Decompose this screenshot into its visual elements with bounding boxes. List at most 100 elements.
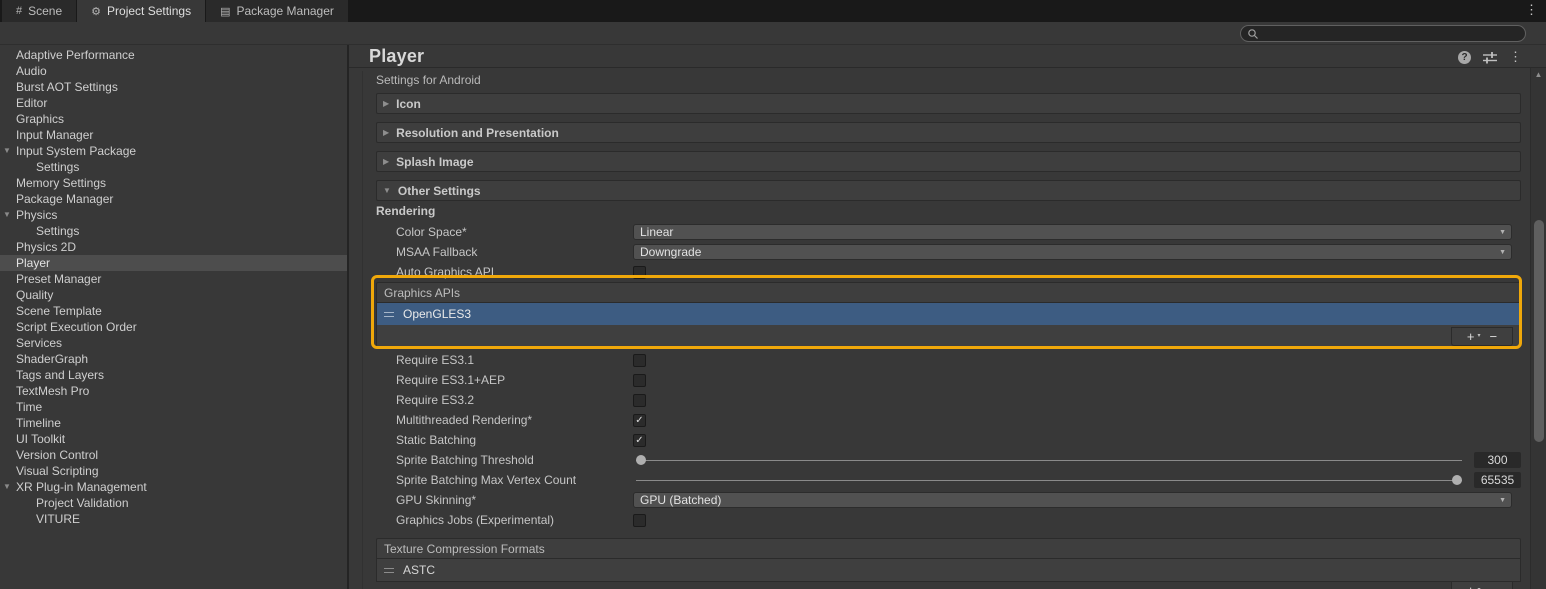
sidebar-item-burst-aot-settings[interactable]: Burst AOT Settings xyxy=(0,79,347,95)
slider-knob[interactable] xyxy=(1452,475,1462,485)
window-menu-icon[interactable]: ⋮ xyxy=(1525,2,1538,18)
sidebar-item-player[interactable]: Player xyxy=(0,255,347,271)
sidebar-item-settings[interactable]: Settings xyxy=(0,159,347,175)
sidebar-item-textmesh-pro[interactable]: TextMesh Pro xyxy=(0,383,347,399)
package-icon: ▤ xyxy=(220,5,231,18)
list-footer: +▾ − xyxy=(1451,581,1513,589)
sidebar-item-project-validation[interactable]: Project Validation xyxy=(0,495,347,511)
slider-track xyxy=(636,460,1462,461)
slider-knob[interactable] xyxy=(636,455,646,465)
scrollbar-thumb[interactable] xyxy=(1534,220,1544,442)
rendering-heading: Rendering xyxy=(376,204,436,218)
sidebar-item-version-control[interactable]: Version Control xyxy=(0,447,347,463)
sidebar-item-ui-toolkit[interactable]: UI Toolkit xyxy=(0,431,347,447)
sidebar-item-input-manager[interactable]: Input Manager xyxy=(0,127,347,143)
auto-graphics-api-checkbox[interactable] xyxy=(633,265,646,279)
sidebar-item-input-system-package[interactable]: ▼ Input System Package xyxy=(0,143,347,159)
remove-item-button[interactable]: − xyxy=(1490,584,1498,589)
search-input[interactable] xyxy=(1259,27,1525,40)
sprite-batching-max-vertex-slider[interactable] xyxy=(636,472,1462,488)
setting-label: Sprite Batching Threshold xyxy=(396,453,534,467)
section-title: Other Settings xyxy=(397,183,481,198)
sidebar-item-script-execution-order[interactable]: Script Execution Order xyxy=(0,319,347,335)
add-item-button[interactable]: +▾ xyxy=(1467,584,1481,589)
sidebar-item-visual-scripting[interactable]: Visual Scripting xyxy=(0,463,347,479)
checkbox[interactable] xyxy=(633,373,646,387)
sidebar-item-viture[interactable]: VITURE xyxy=(0,511,347,527)
add-item-button[interactable]: +▾ xyxy=(1467,330,1481,343)
setting-row-static-batching: Static Batching ✓ xyxy=(376,432,1521,448)
sidebar-item-physics[interactable]: ▼ Physics xyxy=(0,207,347,223)
sidebar-item-label: VITURE xyxy=(36,512,81,526)
setting-label: Sprite Batching Max Vertex Count xyxy=(396,473,577,487)
platform-label: Settings for Android xyxy=(376,73,481,87)
tab-scene[interactable]: # Scene xyxy=(2,0,77,22)
sidebar-item-timeline[interactable]: Timeline xyxy=(0,415,347,431)
sidebar-item-services[interactable]: Services xyxy=(0,335,347,351)
sprite-batching-max-vertex-value[interactable]: 65535 xyxy=(1474,472,1521,488)
sidebar-item-adaptive-performance[interactable]: Adaptive Performance xyxy=(0,47,347,63)
section-title: Icon xyxy=(396,96,421,111)
tab-package-manager[interactable]: ▤ Package Manager xyxy=(206,0,348,22)
sidebar-item-shadergraph[interactable]: ShaderGraph xyxy=(0,351,347,367)
drag-handle-icon[interactable] xyxy=(384,311,394,317)
panel-menu-icon[interactable]: ⋮ xyxy=(1509,49,1522,65)
checkbox[interactable] xyxy=(633,353,646,367)
msaa-fallback-dropdown[interactable]: Downgrade ▼ xyxy=(633,244,1512,260)
sidebar-item-scene-template[interactable]: Scene Template xyxy=(0,303,347,319)
sidebar-item-label: Preset Manager xyxy=(16,272,102,286)
checkbox[interactable] xyxy=(633,393,646,407)
tab-label: Scene xyxy=(28,4,63,18)
drag-handle-icon[interactable] xyxy=(384,567,394,573)
setting-label: MSAA Fallback xyxy=(396,245,478,259)
gpu-skinning-dropdown[interactable]: GPU (Batched) ▼ xyxy=(633,492,1512,508)
checkbox[interactable]: ✓ xyxy=(633,413,646,427)
remove-item-button[interactable]: − xyxy=(1490,330,1498,343)
vertical-scrollbar[interactable]: ▲ xyxy=(1530,68,1546,589)
search-icon xyxy=(1248,28,1258,39)
setting-label: Require ES3.1 xyxy=(396,353,475,367)
section-splash-image[interactable]: ▶ Splash Image xyxy=(376,151,1521,172)
sidebar-item-time[interactable]: Time xyxy=(0,399,347,415)
foldout-open-icon[interactable]: ▼ xyxy=(3,207,11,223)
chevron-down-icon: ▾ xyxy=(1477,333,1481,339)
section-resolution-and-presentation[interactable]: ▶ Resolution and Presentation xyxy=(376,122,1521,143)
graphics-jobs-checkbox[interactable] xyxy=(633,513,646,527)
sidebar-item-physics-2d[interactable]: Physics 2D xyxy=(0,239,347,255)
setting-row-require-es3-1: Require ES3.1 xyxy=(376,352,1521,368)
sidebar-item-label: Timeline xyxy=(16,416,61,430)
sprite-batching-threshold-slider[interactable] xyxy=(636,452,1462,468)
sprite-batching-threshold-value[interactable]: 300 xyxy=(1474,452,1521,468)
setting-row-color-space: Color Space* Linear ▼ xyxy=(376,224,1521,240)
sidebar-item-editor[interactable]: Editor xyxy=(0,95,347,111)
list-header-label: Graphics APIs xyxy=(384,285,461,300)
sidebar-item-label: Settings xyxy=(36,160,80,174)
sidebar-item-package-manager[interactable]: Package Manager xyxy=(0,191,347,207)
sidebar-item-quality[interactable]: Quality xyxy=(0,287,347,303)
search-box[interactable] xyxy=(1240,25,1526,42)
setting-row-gpu-skinning: GPU Skinning* GPU (Batched) ▼ xyxy=(376,492,1521,508)
foldout-open-icon[interactable]: ▼ xyxy=(3,143,11,159)
list-item-astc[interactable]: ASTC xyxy=(377,559,1520,581)
checkbox[interactable]: ✓ xyxy=(633,433,646,447)
list-item-opengles3[interactable]: OpenGLES3 xyxy=(377,303,1520,325)
sidebar-item-xr-plug-in-management[interactable]: ▼ XR Plug-in Management xyxy=(0,479,347,495)
sidebar-item-audio[interactable]: Audio xyxy=(0,63,347,79)
color-space-dropdown[interactable]: Linear ▼ xyxy=(633,224,1512,240)
sidebar-item-tags-and-layers[interactable]: Tags and Layers xyxy=(0,367,347,383)
section-icon[interactable]: ▶ Icon xyxy=(376,93,1521,114)
preset-icon[interactable] xyxy=(1483,51,1497,64)
sidebar-item-settings[interactable]: Settings xyxy=(0,223,347,239)
tab-project-settings[interactable]: ⚙ Project Settings xyxy=(77,0,206,22)
help-icon[interactable]: ? xyxy=(1458,50,1471,64)
setting-label: Static Batching xyxy=(396,433,477,447)
sidebar-item-graphics[interactable]: Graphics xyxy=(0,111,347,127)
section-other-settings[interactable]: ▼ Other Settings xyxy=(376,180,1521,201)
scroll-up-icon[interactable]: ▲ xyxy=(1531,70,1546,79)
foldout-open-icon[interactable]: ▼ xyxy=(3,479,11,495)
sidebar-item-preset-manager[interactable]: Preset Manager xyxy=(0,271,347,287)
setting-row-sprite-batching-threshold: Sprite Batching Threshold 300 xyxy=(376,452,1521,468)
sidebar-item-label: Burst AOT Settings xyxy=(16,80,118,94)
sidebar-item-memory-settings[interactable]: Memory Settings xyxy=(0,175,347,191)
foldout-closed-icon: ▶ xyxy=(383,99,390,108)
